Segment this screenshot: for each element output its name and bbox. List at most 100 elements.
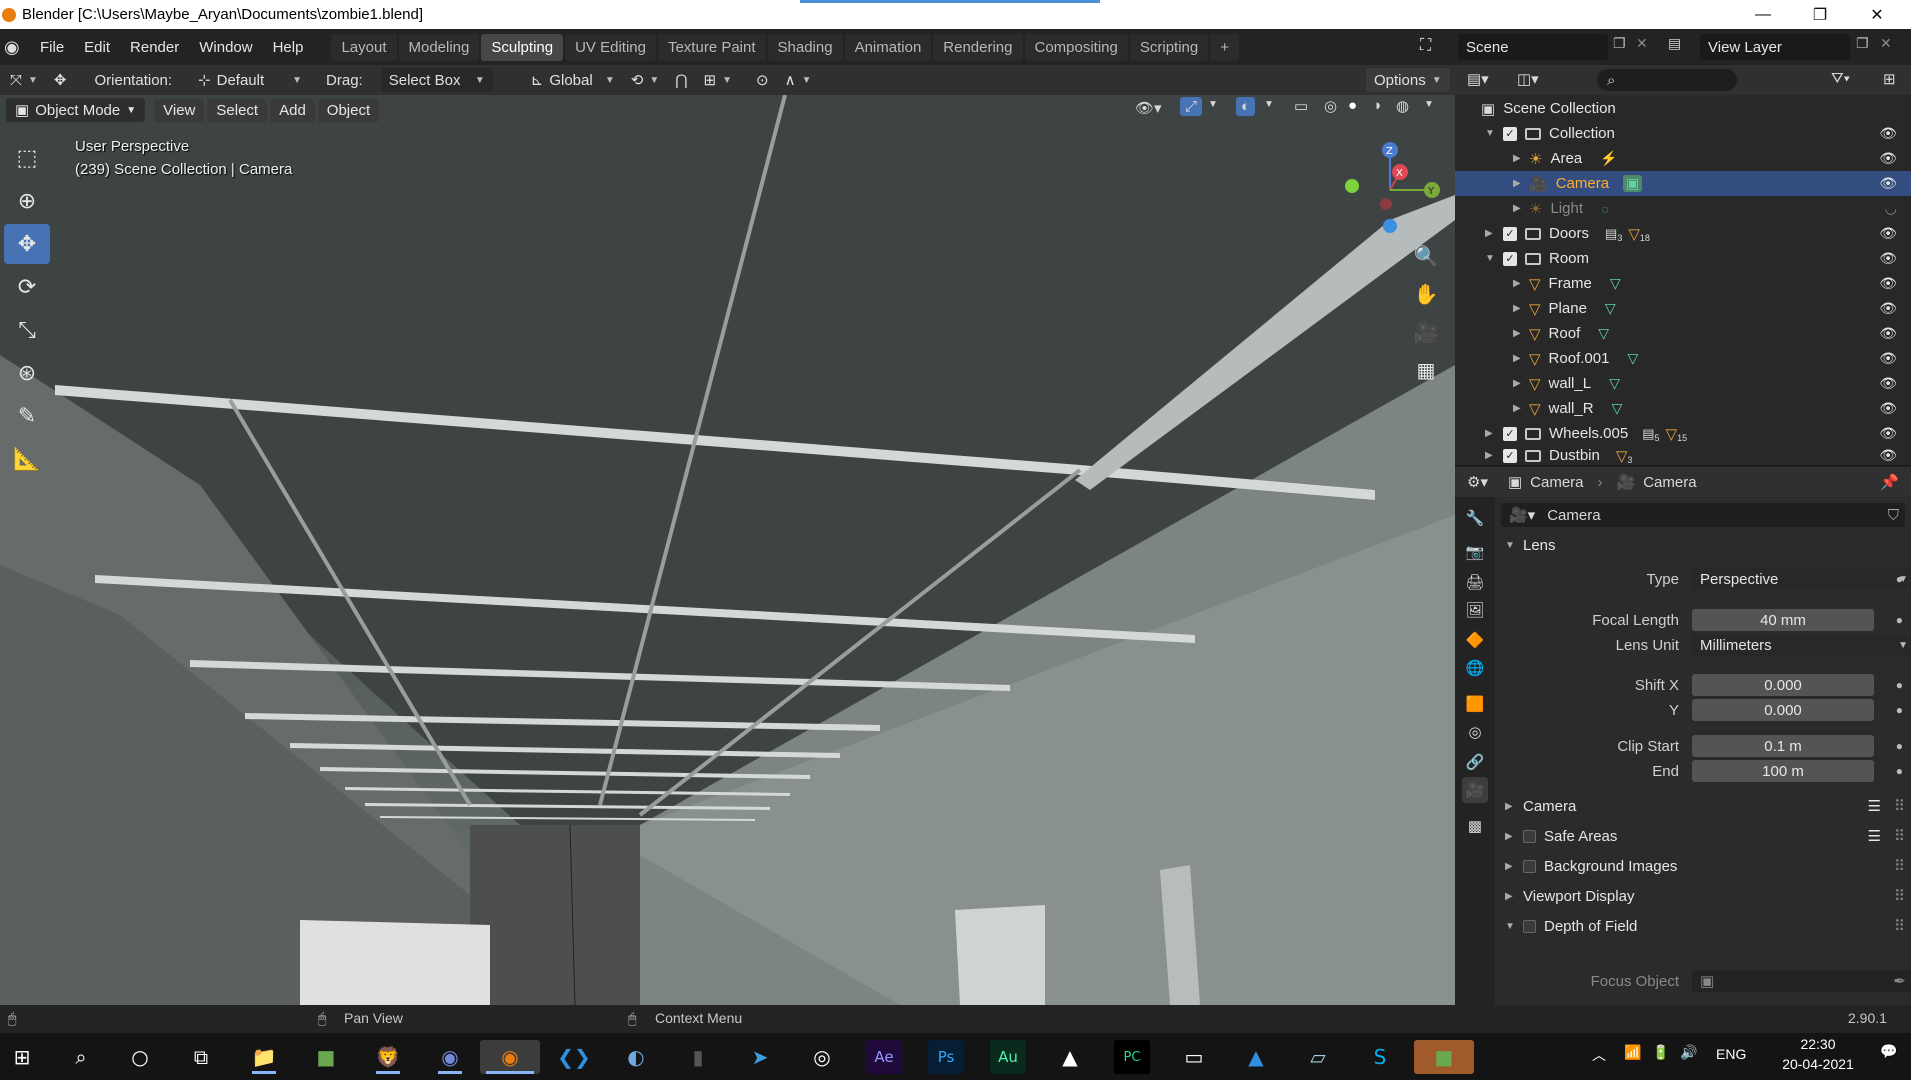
3d-viewport[interactable] xyxy=(0,95,1455,1005)
move-tool-icon[interactable]: ✥ xyxy=(46,71,75,89)
new-collection-icon[interactable]: ⊞ xyxy=(1883,70,1896,88)
drag-handle-icon[interactable]: ⠿ xyxy=(1894,917,1905,935)
select-menu[interactable]: Select xyxy=(207,98,268,122)
datablock-selector[interactable]: 🎥▾ Camera ⛉ xyxy=(1501,503,1905,527)
physics-tab-icon[interactable]: ◎ xyxy=(1462,719,1488,745)
outliner-item-wall-r[interactable]: ▶ ▽ wall_R ▽ 👁 xyxy=(1455,396,1911,421)
visibility-icon[interactable]: 👁▾ xyxy=(1135,99,1162,117)
eye-icon[interactable]: 👁 xyxy=(1879,425,1897,442)
expand-icon[interactable]: ▶ xyxy=(1485,450,1497,461)
lens-panel-header[interactable]: ▼ Lens xyxy=(1495,531,1911,559)
outliner-item-camera[interactable]: ▶ 🎥 Camera ▣ 👁 xyxy=(1455,171,1911,196)
tab-texture-paint[interactable]: Texture Paint xyxy=(657,33,766,61)
eye-icon[interactable]: 👁 xyxy=(1879,325,1897,342)
xray-toggle-icon[interactable]: ▭ xyxy=(1294,97,1308,115)
tab-modeling[interactable]: Modeling xyxy=(398,33,480,61)
mesh-data-icon[interactable]: ▽ xyxy=(1627,350,1638,367)
camera-panel-header[interactable]: ▶ Camera ☰ ⠿ xyxy=(1495,792,1911,820)
tab-animation[interactable]: Animation xyxy=(844,33,932,61)
expand-icon[interactable]: ▶ xyxy=(1513,278,1525,289)
object-menu[interactable]: Object xyxy=(317,98,380,122)
eye-icon[interactable]: 👁 xyxy=(1879,350,1897,367)
battery-icon[interactable]: 🔋 xyxy=(1652,1045,1669,1061)
gizmo-toggle-icon[interactable]: ⤢ xyxy=(1180,97,1203,116)
tab-uv-editing[interactable]: UV Editing xyxy=(565,33,656,61)
language-indicator[interactable]: ENG xyxy=(1716,1046,1746,1062)
expand-icon[interactable]: ▶ xyxy=(1513,353,1525,364)
eye-icon[interactable]: 👁 xyxy=(1879,125,1897,142)
new-view-layer-icon[interactable]: ❐ xyxy=(1856,36,1869,52)
menu-file[interactable]: File xyxy=(30,39,74,56)
camera-view-icon[interactable]: 🎥 xyxy=(1410,316,1442,348)
expand-icon[interactable]: ▶ xyxy=(1485,428,1497,439)
eye-icon[interactable]: 👁 xyxy=(1879,447,1897,464)
add-workspace-button[interactable]: + xyxy=(1210,33,1239,61)
mode-dropdown[interactable]: ▣ Object Mode ▼ xyxy=(6,98,146,122)
mesh-data-icon[interactable]: ▽ xyxy=(1612,400,1623,417)
tab-compositing[interactable]: Compositing xyxy=(1024,33,1128,61)
drag-handle-icon[interactable]: ⠿ xyxy=(1894,857,1905,875)
clip-end-field[interactable]: 100 m xyxy=(1692,760,1874,782)
notes-app-icon[interactable]: ▱ xyxy=(1300,1040,1336,1074)
outliner-item-dustbin[interactable]: ▶ ✓ Dustbin ▽ 3 👁 xyxy=(1455,446,1911,465)
mouse-app-icon[interactable]: ▮ xyxy=(680,1040,716,1074)
view-layer-tab-icon[interactable]: 🖼 xyxy=(1462,597,1488,623)
scene-tab-icon[interactable]: 🔶 xyxy=(1462,627,1488,653)
expand-icon[interactable]: ▶ xyxy=(1513,328,1525,339)
presets-list-icon[interactable]: ☰ xyxy=(1868,827,1881,845)
object-tab-icon[interactable]: 🟧 xyxy=(1462,691,1488,717)
eye-icon[interactable]: 👁 xyxy=(1879,400,1897,417)
rendered-shading-icon[interactable]: ◍ xyxy=(1396,97,1409,115)
expand-icon[interactable]: ▶ xyxy=(1485,228,1497,239)
checkbox-icon[interactable]: ✓ xyxy=(1503,226,1517,241)
type-dropdown[interactable]: Perspective ▼ xyxy=(1692,568,1911,590)
filter-icon[interactable]: ⛛▾ xyxy=(1831,70,1850,87)
lens-unit-dropdown[interactable]: Millimeters ▼ xyxy=(1692,634,1911,656)
animate-dot-icon[interactable]: ● xyxy=(1896,739,1903,753)
animate-dot-icon[interactable]: ● xyxy=(1896,572,1903,586)
windows-start-icon[interactable]: ⊞ xyxy=(4,1040,40,1074)
expand-icon[interactable]: ▼ xyxy=(1485,253,1497,264)
viewport-display-panel-header[interactable]: ▶ Viewport Display ⠿ xyxy=(1495,882,1911,910)
delete-scene-icon[interactable]: ✕ xyxy=(1636,36,1648,52)
audition-icon[interactable]: Au xyxy=(990,1040,1026,1074)
safe-areas-panel-header[interactable]: ▶ Safe Areas ☰ ⠿ xyxy=(1495,822,1911,850)
light-data-icon[interactable]: ○ xyxy=(1601,201,1609,217)
drag-handle-icon[interactable]: ⠿ xyxy=(1894,887,1905,905)
after-effects-icon[interactable]: Ae xyxy=(866,1040,902,1074)
brave-browser-icon[interactable]: 🦁 xyxy=(370,1040,406,1074)
drag-handle-icon[interactable]: ⠿ xyxy=(1894,797,1905,815)
constraints-tab-icon[interactable]: 🔗 xyxy=(1462,749,1488,775)
material-shading-icon[interactable]: ◑ xyxy=(1372,97,1381,114)
ortho-grid-icon[interactable]: ▦ xyxy=(1410,354,1442,386)
add-menu[interactable]: Add xyxy=(270,98,315,122)
skype-icon[interactable]: S xyxy=(1362,1040,1398,1074)
eyedropper-icon[interactable]: ✒ xyxy=(1893,972,1906,990)
vscode-icon[interactable]: ❮❯ xyxy=(556,1040,592,1074)
navigation-gizmo[interactable]: Z X Y xyxy=(1330,140,1450,240)
light-data-icon[interactable]: ⚡ xyxy=(1600,150,1617,167)
editor-type-dropdown[interactable]: ⤧ ▼ xyxy=(2,72,46,89)
eye-icon[interactable]: 👁 xyxy=(1879,250,1897,267)
tray-chevron-icon[interactable]: ︿ xyxy=(1592,1045,1606,1065)
overlays-toggle-icon[interactable]: ◐ xyxy=(1236,97,1256,116)
tab-scripting[interactable]: Scripting xyxy=(1129,33,1209,61)
tab-rendering[interactable]: Rendering xyxy=(933,33,1023,61)
camera-data-tab-icon[interactable]: 🎥 xyxy=(1462,777,1488,803)
camera-data-icon[interactable]: ▣ xyxy=(1623,175,1643,192)
minecraft-icon[interactable]: ■ xyxy=(308,1040,344,1074)
animate-dot-icon[interactable]: ● xyxy=(1896,678,1903,692)
pan-hand-icon[interactable]: ✋ xyxy=(1410,278,1442,310)
outliner-item-area[interactable]: ▶ ☀ Area ⚡ 👁 xyxy=(1455,146,1911,171)
background-images-panel-header[interactable]: ▶ Background Images ⠿ xyxy=(1495,852,1911,880)
proportional-edit-icon[interactable]: ⊙ xyxy=(748,71,777,89)
outliner-editor-icon[interactable]: ▤▾ xyxy=(1467,70,1489,88)
checkbox-icon[interactable]: ✓ xyxy=(1503,448,1517,463)
task-view-icon[interactable]: ⧉ xyxy=(183,1040,219,1074)
tab-layout[interactable]: Layout xyxy=(331,33,397,61)
checkbox-icon[interactable]: ✓ xyxy=(1503,426,1517,441)
blender-taskbar-icon[interactable]: ◉ xyxy=(480,1040,540,1074)
file-explorer-icon[interactable]: 📁 xyxy=(246,1040,282,1074)
transform-space-dropdown[interactable]: ⊾ Global ▼ xyxy=(523,71,623,90)
outliner-item-wheels[interactable]: ▶ ✓ Wheels.005 ▤ 5 ▽ 15 👁 xyxy=(1455,421,1911,446)
